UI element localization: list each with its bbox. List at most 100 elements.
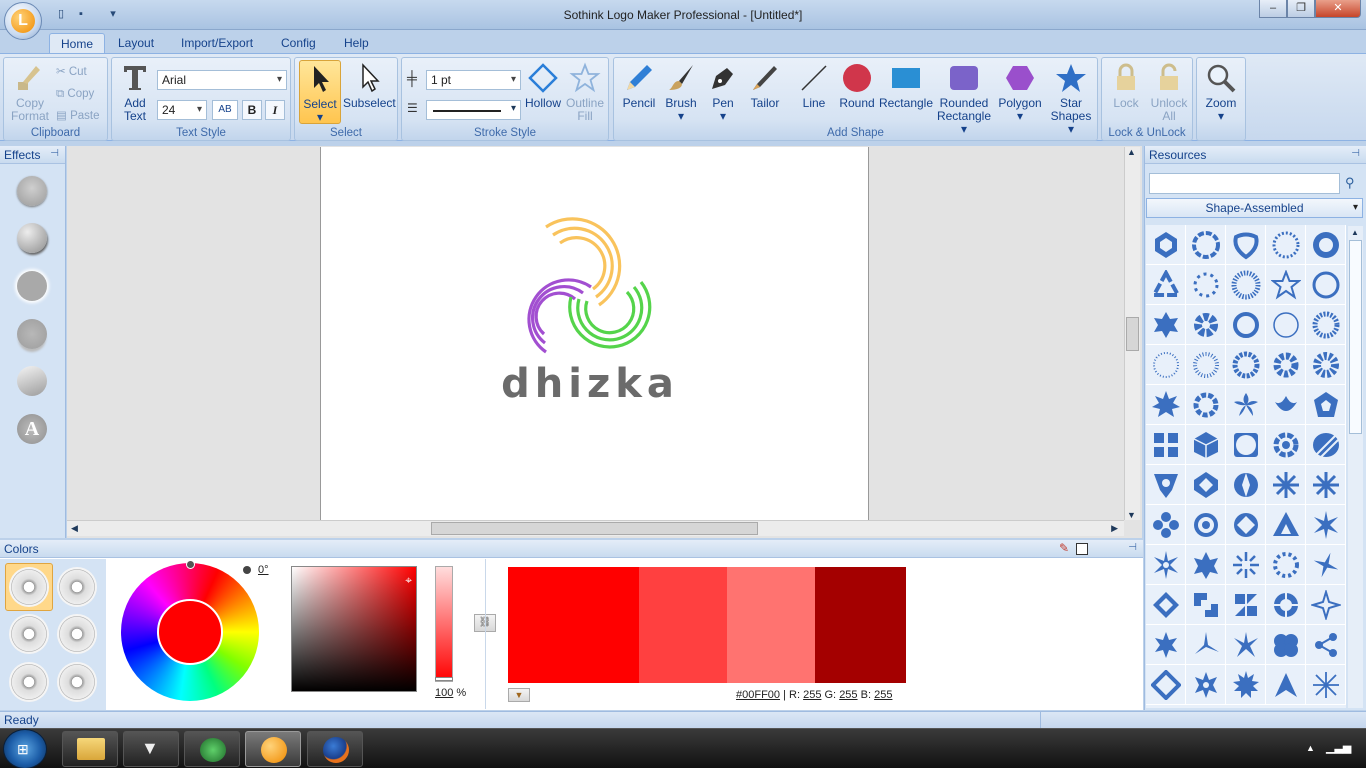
red-value[interactable]: 255 <box>803 689 821 701</box>
rounded-rectangle-button[interactable]: Rounded Rectangle ▾ <box>936 62 992 136</box>
scroll-left-arrow-icon[interactable]: ◀ <box>71 523 78 534</box>
effect-text-icon[interactable]: A <box>17 414 47 444</box>
shape-thumbnail[interactable] <box>1186 505 1226 545</box>
cut-button[interactable]: ✂ Cut <box>56 63 87 81</box>
text-spacing-button[interactable]: AB <box>212 100 238 120</box>
shape-thumbnail[interactable] <box>1266 585 1306 625</box>
color-preset-5[interactable] <box>9 662 49 702</box>
minimize-button[interactable]: – <box>1259 0 1287 18</box>
shape-thumbnail[interactable] <box>1306 225 1346 265</box>
shape-thumbnail[interactable] <box>1146 385 1186 425</box>
shape-thumbnail[interactable] <box>1186 625 1226 665</box>
no-fill-swatch[interactable] <box>1076 543 1088 555</box>
opacity-slider[interactable] <box>435 566 453 682</box>
lock-button[interactable]: Lock <box>1106 62 1146 110</box>
shape-thumbnail[interactable] <box>1146 585 1186 625</box>
maximize-button[interactable]: ❐ <box>1287 0 1315 18</box>
shape-thumbnail[interactable] <box>1306 465 1346 505</box>
shape-thumbnail[interactable] <box>1266 345 1306 385</box>
italic-button[interactable]: I <box>265 100 285 120</box>
taskbar-explorer[interactable] <box>62 731 118 767</box>
saturation-brightness-picker[interactable]: ⌖ <box>291 566 417 692</box>
font-family-select[interactable]: Arial <box>157 70 287 90</box>
canvas-vertical-scrollbar[interactable]: ▲ ▼ <box>1124 147 1140 520</box>
tab-home[interactable]: Home <box>49 33 106 54</box>
scroll-down-arrow-icon[interactable]: ▼ <box>1127 510 1136 520</box>
shape-thumbnail[interactable] <box>1146 345 1186 385</box>
stroke-width-select[interactable]: 1 pt <box>426 70 521 90</box>
shape-thumbnail[interactable] <box>1146 265 1186 305</box>
shape-thumbnail[interactable] <box>1186 545 1226 585</box>
effect-preset-2[interactable] <box>17 223 47 253</box>
start-button[interactable]: ⊞ <box>3 729 47 768</box>
shape-thumbnail[interactable] <box>1146 505 1186 545</box>
color-swatch[interactable] <box>815 567 906 683</box>
brush-button[interactable]: Brush ▾ <box>660 62 702 123</box>
effect-preset-4[interactable] <box>17 319 47 349</box>
taskbar-logo-maker[interactable] <box>245 731 301 767</box>
zoom-button[interactable]: Zoom ▾ <box>1200 62 1242 123</box>
stroke-type-select[interactable]: ▾ <box>426 100 521 120</box>
tab-layout[interactable]: Layout <box>107 33 165 54</box>
shape-thumbnail[interactable] <box>1306 545 1346 585</box>
shape-thumbnail[interactable] <box>1146 665 1186 705</box>
search-icon[interactable]: ⚲ <box>1345 175 1355 191</box>
shape-thumbnail[interactable] <box>1306 265 1346 305</box>
effect-preset-3[interactable] <box>17 271 47 301</box>
round-button[interactable]: Round <box>836 62 878 110</box>
scroll-right-arrow-icon[interactable]: ▶ <box>1111 523 1118 534</box>
color-preset-2[interactable] <box>57 567 97 607</box>
resource-category-select[interactable]: Shape-Assembled ▾ <box>1146 198 1363 218</box>
eyedropper-icon[interactable]: ✎ <box>1059 541 1069 555</box>
shape-thumbnail[interactable] <box>1226 465 1266 505</box>
horizontal-scroll-thumb[interactable] <box>431 522 758 535</box>
shape-thumbnail[interactable] <box>1226 265 1266 305</box>
resources-pin-icon[interactable]: ⊣ <box>1351 148 1360 159</box>
select-button[interactable]: Select ▾ <box>299 60 341 124</box>
shape-thumbnail[interactable] <box>1186 225 1226 265</box>
shape-thumbnail[interactable] <box>1266 265 1306 305</box>
application-menu-button[interactable]: L <box>4 2 42 40</box>
font-size-select[interactable]: 24 <box>157 100 207 120</box>
shape-thumbnail[interactable] <box>1146 425 1186 465</box>
shape-thumbnail[interactable] <box>1266 425 1306 465</box>
shape-thumbnail[interactable] <box>1146 225 1186 265</box>
shape-thumbnail[interactable] <box>1266 305 1306 345</box>
resources-scrollbar[interactable]: ▲ <box>1348 226 1363 708</box>
shape-thumbnail[interactable] <box>1186 425 1226 465</box>
copy-format-button[interactable]: Copy Format <box>8 62 52 123</box>
shape-thumbnail[interactable] <box>1226 425 1266 465</box>
canvas-horizontal-scrollbar[interactable]: ◀ ▶ <box>67 520 1124 536</box>
shape-thumbnail[interactable] <box>1266 665 1306 705</box>
shape-thumbnail[interactable] <box>1266 225 1306 265</box>
line-button[interactable]: Line <box>794 62 834 110</box>
design-canvas[interactable]: dhizka <box>320 147 869 520</box>
subselect-button[interactable]: Subselect <box>343 62 396 110</box>
shape-thumbnail[interactable] <box>1226 345 1266 385</box>
shape-thumbnail[interactable] <box>1306 385 1346 425</box>
hue-color-wheel[interactable] <box>121 560 259 701</box>
shape-thumbnail[interactable] <box>1266 465 1306 505</box>
shape-thumbnail[interactable] <box>1226 625 1266 665</box>
shape-thumbnail[interactable] <box>1306 585 1346 625</box>
tab-help[interactable]: Help <box>333 33 380 54</box>
close-button[interactable]: ✕ <box>1315 0 1361 18</box>
shape-thumbnail[interactable] <box>1266 545 1306 585</box>
shape-thumbnail[interactable] <box>1146 545 1186 585</box>
shape-thumbnail[interactable] <box>1306 625 1346 665</box>
shape-thumbnail[interactable] <box>1306 305 1346 345</box>
shape-thumbnail[interactable] <box>1306 505 1346 545</box>
picker-crosshair-icon[interactable]: ⌖ <box>405 573 412 588</box>
shape-thumbnail[interactable] <box>1186 465 1226 505</box>
polygon-button[interactable]: Polygon ▾ <box>994 62 1046 123</box>
color-preset-4[interactable] <box>57 614 97 654</box>
colors-pin-icon[interactable]: ⊣ <box>1128 542 1137 553</box>
outline-fill-button[interactable]: Outline Fill <box>564 62 606 123</box>
color-preset-6[interactable] <box>57 662 97 702</box>
blue-value[interactable]: 255 <box>874 689 892 701</box>
shape-thumbnail[interactable] <box>1226 305 1266 345</box>
tab-import-export[interactable]: Import/Export <box>170 33 264 54</box>
shape-thumbnail[interactable] <box>1226 225 1266 265</box>
taskbar-download-manager[interactable] <box>184 731 240 767</box>
shape-thumbnail[interactable] <box>1266 625 1306 665</box>
